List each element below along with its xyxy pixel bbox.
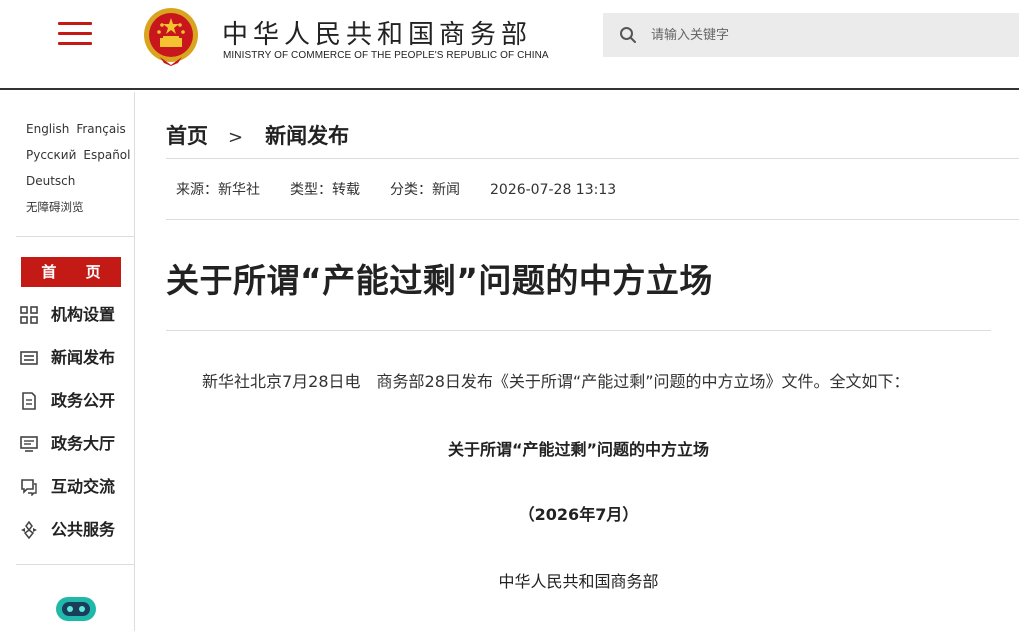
breadcrumb-home-link[interactable]: 首页 <box>166 124 208 148</box>
sidebar-item-public-service[interactable]: 公共服务 <box>20 517 130 543</box>
chevron-right-icon: > <box>228 127 244 148</box>
lang-german-link[interactable]: Deutsch <box>26 174 75 188</box>
document-issuer: 中华人民共和国商务部 <box>498 572 659 591</box>
chat-icon <box>21 479 37 496</box>
divider <box>166 330 991 331</box>
sidebar-item-disclosure[interactable]: 政务公开 <box>20 388 130 414</box>
language-links: English Français Русский Español Deutsch 无… <box>16 92 134 220</box>
hall-icon <box>20 436 38 452</box>
sidebar-home-button[interactable]: 首 页 <box>21 257 121 287</box>
document-icon <box>22 392 36 410</box>
search-input[interactable] <box>651 13 1011 57</box>
accessibility-link[interactable]: 无障碍浏览 <box>26 200 84 214</box>
meta-type: 类型：转载 <box>290 182 360 198</box>
menu-icon[interactable] <box>58 22 92 48</box>
service-icon <box>21 521 37 539</box>
meta-datetime: 2026-07-28 13:13 <box>490 182 617 198</box>
site-subtitle: MINISTRY OF COMMERCE OF THE PEOPLE'S REP… <box>223 50 549 61</box>
national-emblem-icon[interactable] <box>140 5 202 67</box>
article-title: 关于所谓“产能过剩”问题的中方立场 <box>166 261 713 300</box>
sidebar-item-label: 政务大厅 <box>51 434 116 453</box>
lead-dateline: 新华社北京7月28日电 <box>202 372 361 391</box>
grid-icon <box>20 306 38 324</box>
meta-source: 来源：新华社 <box>176 182 260 198</box>
search-icon[interactable] <box>619 26 637 44</box>
sidebar-item-label: 新闻发布 <box>51 348 116 367</box>
meta-category: 分类：新闻 <box>390 182 460 198</box>
sidebar-divider <box>16 236 135 237</box>
article-lead-paragraph: 新华社北京7月28日电 商务部28日发布《关于所谓“产能过剩”问题的中方立场》文件… <box>202 368 910 392</box>
robot-icon[interactable] <box>54 594 98 624</box>
search-box <box>603 13 1019 57</box>
lang-russian-link[interactable]: Русский <box>26 148 76 162</box>
sidebar-item-service-hall[interactable]: 政务大厅 <box>20 431 130 457</box>
divider <box>166 219 1019 220</box>
site-header: 中华人民共和国商务部 MINISTRY OF COMMERCE OF THE P… <box>0 0 1019 90</box>
sidebar: English Français Русский Español Deutsch 无… <box>16 92 135 631</box>
sidebar-item-label: 互动交流 <box>51 477 116 496</box>
document-date: （2026年7月） <box>518 505 639 524</box>
divider <box>166 158 1019 159</box>
breadcrumb-current-link[interactable]: 新闻发布 <box>265 124 349 148</box>
lang-english-link[interactable]: English <box>26 122 69 136</box>
article-meta: 来源：新华社 类型：转载 分类：新闻 2026-07-28 13:13 <box>176 179 646 199</box>
breadcrumb: 首页 > 新闻发布 <box>166 120 349 150</box>
sidebar-item-label: 公共服务 <box>51 520 116 539</box>
site-title[interactable]: 中华人民共和国商务部 <box>222 14 532 51</box>
sidebar-item-news[interactable]: 新闻发布 <box>20 345 130 371</box>
news-icon <box>20 351 38 365</box>
document-title: 关于所谓“产能过剩”问题的中方立场 <box>447 440 710 459</box>
sidebar-divider <box>16 564 135 565</box>
lead-text: 商务部28日发布《关于所谓“产能过剩”问题的中方立场》文件。全文如下： <box>376 372 910 391</box>
sidebar-item-interaction[interactable]: 互动交流 <box>20 474 130 500</box>
sidebar-item-label: 机构设置 <box>51 305 116 324</box>
sidebar-item-label: 政务公开 <box>51 391 116 410</box>
lang-spanish-link[interactable]: Español <box>83 148 130 162</box>
lang-french-link[interactable]: Français <box>76 122 125 136</box>
sidebar-item-organization[interactable]: 机构设置 <box>20 302 130 328</box>
